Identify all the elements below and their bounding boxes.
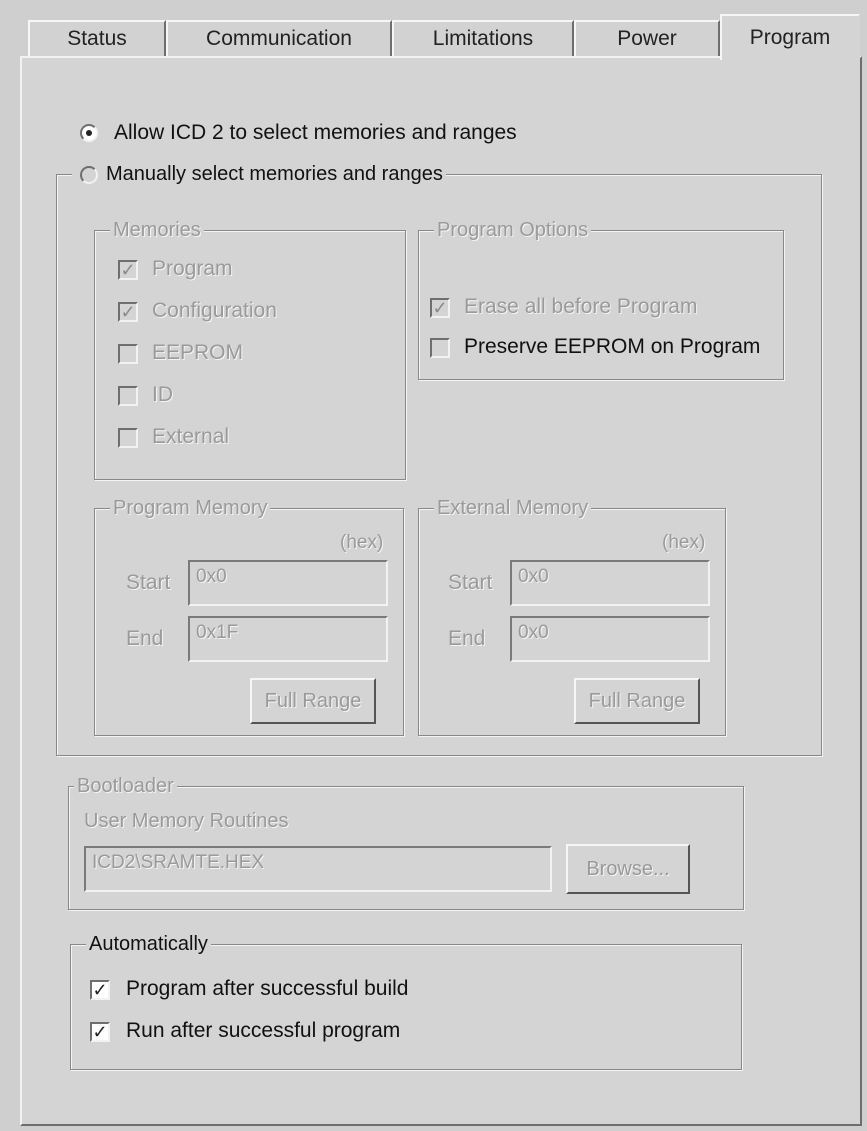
- auto-select-radio[interactable]: [80, 124, 98, 142]
- tab-communication[interactable]: Communication: [166, 20, 392, 56]
- external-full-range-button[interactable]: Full Range: [574, 678, 700, 724]
- external-end-label: End: [448, 627, 486, 650]
- preserve-eeprom-label: Preserve EEPROM on Program: [464, 335, 761, 358]
- memory-configuration-label: Configuration: [152, 299, 277, 322]
- tab-power[interactable]: Power: [574, 20, 720, 56]
- bootloader-path-input[interactable]: ICD2\SRAMTE.HEX: [84, 846, 552, 892]
- manual-select-label: Manually select memories and ranges: [106, 163, 443, 185]
- external-start-label: Start: [448, 571, 493, 594]
- tab-limitations[interactable]: Limitations: [392, 20, 574, 56]
- memory-external-label: External: [152, 425, 230, 448]
- program-end-label: End: [126, 627, 164, 650]
- tab-bar: Status Communication Limitations Power P…: [20, 14, 862, 60]
- automatically-title: Automatically: [86, 932, 211, 956]
- external-start-input[interactable]: 0x0: [510, 560, 710, 606]
- program-start-label: Start: [126, 571, 171, 594]
- erase-before-program-checkbox[interactable]: ✓: [430, 298, 450, 318]
- erase-before-program-label: Erase all before Program: [464, 295, 698, 318]
- memory-id-checkbox[interactable]: [118, 386, 138, 406]
- memory-configuration-checkbox[interactable]: ✓: [118, 302, 138, 322]
- user-memory-routines-label: User Memory Routines: [84, 810, 289, 832]
- memory-eeprom-label: EEPROM: [152, 341, 244, 364]
- memory-eeprom-checkbox[interactable]: [118, 344, 138, 364]
- program-options-title: Program Options: [434, 218, 592, 242]
- manual-select-radio[interactable]: [80, 166, 98, 184]
- auto-select-label: Allow ICD 2 to select memories and range…: [114, 121, 517, 144]
- tab-status[interactable]: Status: [28, 20, 166, 56]
- program-after-build-label: Program after successful build: [126, 977, 409, 1000]
- memory-id-label: ID: [152, 383, 173, 406]
- preserve-eeprom-checkbox[interactable]: [430, 338, 450, 358]
- program-after-build-checkbox[interactable]: ✓: [90, 980, 110, 1000]
- run-after-program-checkbox[interactable]: ✓: [90, 1022, 110, 1042]
- external-memory-title: External Memory: [434, 496, 592, 520]
- program-full-range-button[interactable]: Full Range: [250, 678, 376, 724]
- memory-program-checkbox[interactable]: ✓: [118, 260, 138, 280]
- memories-title: Memories: [110, 218, 204, 242]
- external-memory-hex-label: (hex): [662, 532, 706, 553]
- memories-group: [94, 230, 406, 480]
- manual-select-legend: Manually select memories and ranges: [72, 162, 446, 186]
- browse-button[interactable]: Browse...: [566, 844, 690, 894]
- bootloader-title: Bootloader: [74, 774, 177, 798]
- program-start-input[interactable]: 0x0: [188, 560, 388, 606]
- program-memory-hex-label: (hex): [340, 532, 384, 553]
- tab-program[interactable]: Program: [720, 14, 860, 60]
- run-after-program-label: Run after successful program: [126, 1019, 401, 1042]
- memory-external-checkbox[interactable]: [118, 428, 138, 448]
- automatically-group: [70, 944, 742, 1070]
- program-memory-title: Program Memory: [110, 496, 271, 520]
- external-end-input[interactable]: 0x0: [510, 616, 710, 662]
- program-end-input[interactable]: 0x1F: [188, 616, 388, 662]
- memory-program-label: Program: [152, 257, 233, 280]
